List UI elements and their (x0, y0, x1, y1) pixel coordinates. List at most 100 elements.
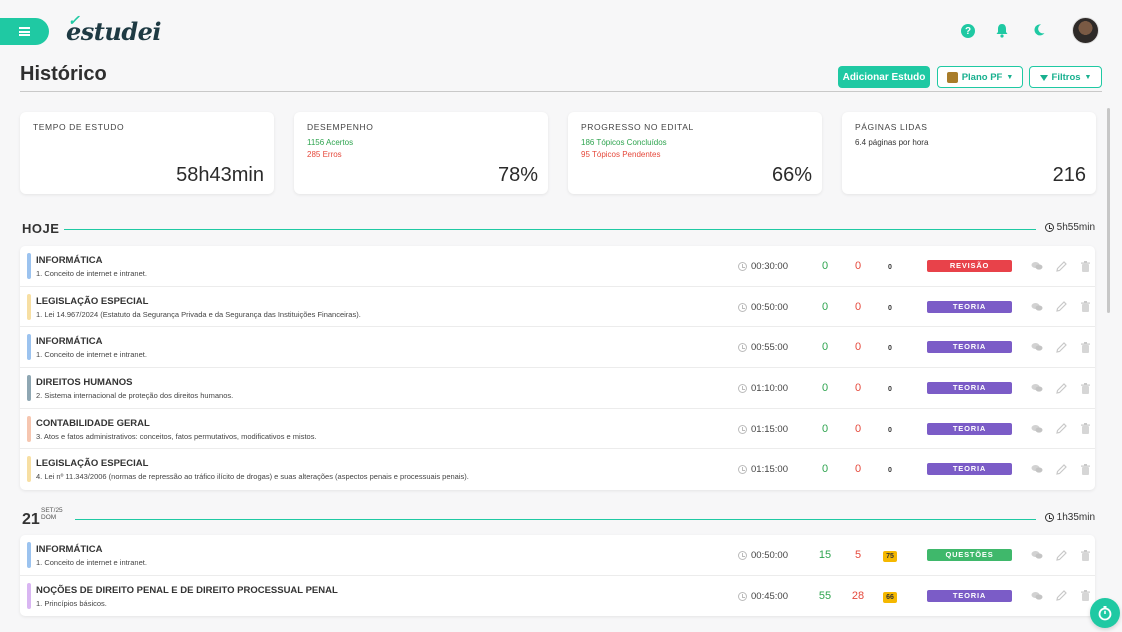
stat-topics-done: 186 Tópicos Concluídos (581, 138, 667, 147)
edit-icon[interactable] (1055, 463, 1067, 475)
edit-icon[interactable] (1055, 260, 1067, 272)
day-month: SET/25 DOM (41, 507, 63, 521)
top-bar: ✓ estudei ? (0, 0, 1122, 62)
comment-icon[interactable] (1031, 301, 1043, 313)
subject-color-bar (27, 334, 31, 361)
study-time: 01:10:00 (738, 383, 788, 394)
menu-button[interactable] (0, 18, 49, 45)
row-actions (1031, 301, 1091, 313)
correct-count: 15 (818, 549, 832, 561)
comment-icon[interactable] (1031, 549, 1043, 561)
filter-dropdown[interactable]: Filtros ▼ (1029, 66, 1102, 88)
study-row[interactable]: NOÇÕES DE DIREITO PENAL E DE DIREITO PRO… (20, 576, 1095, 617)
comment-icon[interactable] (1031, 423, 1043, 435)
edit-icon[interactable] (1055, 590, 1067, 602)
subject-name: INFORMÁTICA (36, 336, 103, 348)
performance-badge: 0 (888, 345, 892, 353)
add-study-button[interactable]: Adicionar Estudo (838, 66, 930, 88)
subject-name: NOÇÕES DE DIREITO PENAL E DE DIREITO PRO… (36, 584, 338, 596)
study-time: 01:15:00 (738, 424, 788, 435)
subject-name: INFORMÁTICA (36, 255, 103, 266)
edit-icon[interactable] (1055, 301, 1067, 313)
day-number: 21 (22, 511, 40, 528)
stat-errors: 285 Erros (307, 150, 342, 159)
topic-text: 1. Princípios básicos. (36, 598, 107, 608)
trash-icon[interactable] (1079, 549, 1091, 561)
logo-check-icon: ✓ (68, 13, 80, 29)
section-duration: 1h35min (1044, 512, 1095, 523)
comment-icon[interactable] (1031, 341, 1043, 353)
subject-color-bar (27, 456, 31, 483)
comment-icon[interactable] (1031, 590, 1043, 602)
study-time: 01:15:00 (738, 464, 788, 475)
performance-badge: 66 (883, 591, 897, 603)
comment-icon[interactable] (1031, 463, 1043, 475)
stat-hits: 1156 Acertos (307, 138, 354, 147)
stat-card-progress: PROGRESSO NO EDITAL 186 Tópicos Concluíd… (568, 112, 822, 194)
edit-icon[interactable] (1055, 341, 1067, 353)
stat-topics-pending: 95 Tópicos Pendentes (581, 150, 661, 159)
row-actions (1031, 549, 1091, 561)
clock-icon (738, 424, 747, 434)
study-row[interactable]: INFORMÁTICA 1. Conceito de internet e int… (20, 327, 1095, 369)
help-icon[interactable]: ? (961, 24, 975, 38)
avatar[interactable] (1072, 17, 1099, 44)
edit-icon[interactable] (1055, 549, 1067, 561)
title-divider (20, 91, 1102, 92)
topic-text: 2. Sistema internacional de proteção dos… (36, 391, 234, 401)
correct-count: 0 (821, 382, 829, 395)
clock-icon (738, 302, 747, 312)
performance-badge: 0 (888, 426, 892, 434)
study-row[interactable]: CONTABILIDADE GERAL 3. Atos e fatos admin… (20, 409, 1095, 450)
study-row[interactable]: DIREITOS HUMANOS 2. Sistema internacional… (20, 368, 1095, 409)
edit-icon[interactable] (1055, 382, 1067, 394)
comment-icon[interactable] (1031, 260, 1043, 272)
stat-value: 58h43min (176, 164, 264, 186)
row-actions (1031, 423, 1091, 435)
study-row[interactable]: LEGISLAÇÃO ESPECIAL 4. Lei nº 11.343/2006… (20, 449, 1095, 490)
correct-count: 0 (821, 422, 829, 435)
comment-icon[interactable] (1031, 382, 1043, 394)
edit-icon[interactable] (1055, 423, 1067, 435)
plan-dropdown[interactable]: Plano PF ▼ (937, 66, 1023, 88)
section-divider (75, 519, 1036, 520)
trash-icon[interactable] (1079, 590, 1091, 602)
performance-badge: 0 (888, 467, 892, 475)
wrong-count: 0 (854, 463, 862, 476)
trash-icon[interactable] (1079, 260, 1091, 272)
row-actions (1031, 382, 1091, 394)
study-time: 00:45:00 (738, 591, 788, 602)
subject-color-bar (27, 375, 31, 402)
topic-text: 1. Lei 14.967/2024 (Estatuto da Seguranç… (36, 309, 361, 319)
wrong-count: 0 (854, 300, 862, 313)
trash-icon[interactable] (1079, 382, 1091, 394)
plan-badge-icon (946, 71, 958, 83)
subject-color-bar (27, 415, 31, 442)
logo[interactable]: ✓ estudei (66, 13, 161, 46)
subject-color-bar (27, 582, 31, 609)
stat-pages-rate: 6.4 páginas por hora (855, 138, 929, 147)
section-day-header: 21 SET/25 DOM 1h35min (22, 507, 1095, 528)
moon-icon[interactable] (1032, 23, 1046, 37)
study-row[interactable]: INFORMÁTICA 1. Conceito de internet e int… (20, 246, 1095, 287)
stopwatch-button[interactable] (1090, 598, 1120, 628)
day-study-list: INFORMÁTICA 1. Conceito de internet e int… (20, 535, 1095, 617)
trash-icon[interactable] (1079, 301, 1091, 313)
study-row[interactable]: LEGISLAÇÃO ESPECIAL 1. Lei 14.967/2024 (E… (20, 287, 1095, 328)
scrollbar[interactable] (1107, 108, 1110, 313)
row-actions (1031, 463, 1091, 475)
subject-color-bar (27, 293, 31, 320)
trash-icon[interactable] (1079, 423, 1091, 435)
bell-icon[interactable] (995, 23, 1009, 38)
clock-icon (738, 551, 747, 560)
subject-name: INFORMÁTICA (36, 544, 103, 555)
stat-value: 78% (497, 164, 538, 186)
performance-badge: 0 (888, 264, 892, 271)
study-row[interactable]: INFORMÁTICA 1. Conceito de internet e int… (20, 535, 1095, 576)
study-type-tag: TEORIA (927, 382, 1012, 395)
trash-icon[interactable] (1079, 341, 1091, 353)
clock-icon (738, 343, 747, 353)
trash-icon[interactable] (1079, 463, 1091, 475)
row-actions (1031, 590, 1091, 602)
subject-name: DIREITOS HUMANOS (36, 377, 133, 389)
